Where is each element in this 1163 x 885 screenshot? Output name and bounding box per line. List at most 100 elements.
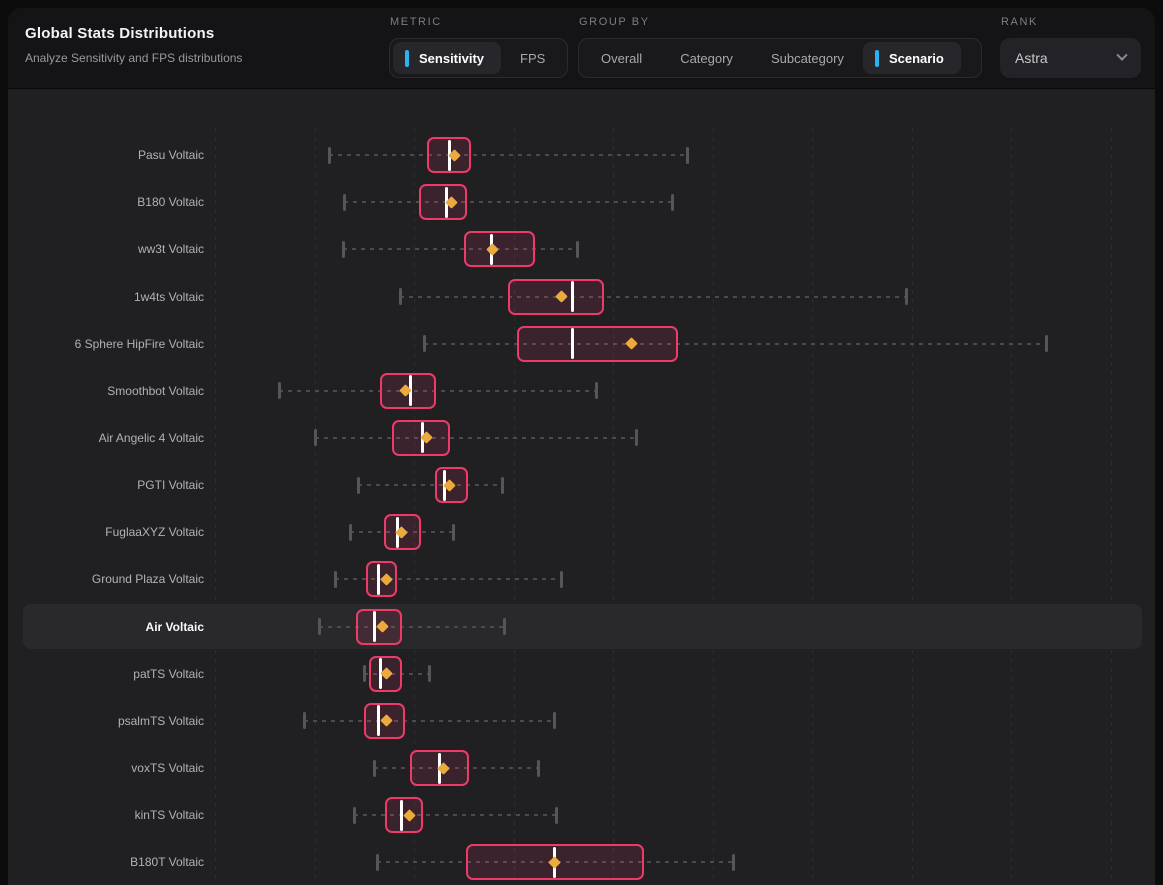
whisker-line	[344, 201, 672, 203]
median-line	[377, 705, 380, 736]
whisker-cap-high	[905, 288, 908, 305]
whisker-cap-high	[560, 571, 563, 588]
chart-row[interactable]: PGTI Voltaic	[8, 462, 1155, 509]
whisker-cap-low	[303, 712, 306, 729]
page-title: Global Stats Distributions	[25, 25, 214, 42]
whisker-cap-high	[686, 147, 689, 164]
row-label: B180T Voltaic	[8, 839, 204, 885]
whisker-line	[343, 248, 577, 250]
metric-option-sensitivity[interactable]: Sensitivity	[393, 42, 501, 74]
whisker-cap-high	[732, 854, 735, 871]
group-by-toggle: Overall Category Subcategory Scenario	[578, 38, 982, 78]
whisker-cap-high	[553, 712, 556, 729]
chart-row[interactable]: patTS Voltaic	[8, 650, 1155, 697]
whisker-line	[358, 484, 502, 486]
whisker-cap-high	[537, 760, 540, 777]
group-by-section-label: GROUP BY	[579, 16, 650, 28]
group-by-option-subcategory[interactable]: Subcategory	[752, 42, 863, 74]
chevron-down-icon	[1116, 50, 1127, 61]
whisker-cap-low	[423, 335, 426, 352]
group-by-option-label: Subcategory	[771, 51, 844, 66]
chart-row[interactable]: ww3t Voltaic	[8, 226, 1155, 273]
row-label: Air Angelic 4 Voltaic	[8, 414, 204, 461]
chart-row[interactable]: voxTS Voltaic	[8, 744, 1155, 791]
chart-row[interactable]: Pasu Voltaic	[8, 132, 1155, 179]
whisker-cap-low	[328, 147, 331, 164]
active-indicator-bar	[875, 50, 879, 67]
card-header: Global Stats Distributions Analyze Sensi…	[8, 8, 1155, 89]
rank-select-value: Astra	[1015, 50, 1048, 66]
group-by-option-scenario[interactable]: Scenario	[863, 42, 961, 74]
rank-section-label: RANK	[1001, 16, 1038, 28]
median-line	[400, 800, 403, 831]
whisker-cap-high	[576, 241, 579, 258]
chart-row[interactable]: Smoothbot Voltaic	[8, 367, 1155, 414]
whisker-line	[304, 720, 554, 722]
chart-panel: Pasu VoltaicB180 Voltaicww3t Voltaic1w4t…	[8, 89, 1155, 885]
row-label: 1w4ts Voltaic	[8, 273, 204, 320]
whisker-cap-low	[314, 429, 317, 446]
row-label: patTS Voltaic	[8, 650, 204, 697]
whisker-cap-low	[357, 477, 360, 494]
chart-row[interactable]: B180T Voltaic	[8, 839, 1155, 885]
whisker-cap-high	[671, 194, 674, 211]
group-by-option-category[interactable]: Category	[661, 42, 752, 74]
whisker-cap-high	[555, 807, 558, 824]
whisker-line	[319, 626, 504, 628]
whisker-cap-low	[373, 760, 376, 777]
metric-option-label: Sensitivity	[419, 51, 484, 66]
chart-row[interactable]: Air Voltaic	[8, 603, 1155, 650]
whisker-cap-high	[452, 524, 455, 541]
whisker-cap-low	[399, 288, 402, 305]
row-label: Ground Plaza Voltaic	[8, 556, 204, 603]
row-label: Smoothbot Voltaic	[8, 367, 204, 414]
whisker-cap-low	[353, 807, 356, 824]
row-label: B180 Voltaic	[8, 179, 204, 226]
metric-option-fps[interactable]: FPS	[501, 42, 564, 74]
rank-select[interactable]: Astra	[1000, 38, 1141, 78]
row-label: Pasu Voltaic	[8, 132, 204, 179]
row-label: kinTS Voltaic	[8, 792, 204, 839]
box	[419, 184, 467, 220]
chart-row[interactable]: FuglaaXYZ Voltaic	[8, 509, 1155, 556]
whisker-cap-low	[376, 854, 379, 871]
box	[517, 326, 678, 362]
group-by-option-label: Category	[680, 51, 733, 66]
chart-row[interactable]: kinTS Voltaic	[8, 792, 1155, 839]
chart-row[interactable]: 6 Sphere HipFire Voltaic	[8, 320, 1155, 367]
active-indicator-bar	[405, 50, 409, 67]
whisker-line	[329, 154, 687, 156]
whisker-line	[400, 296, 906, 298]
group-by-option-label: Scenario	[889, 51, 944, 66]
whisker-cap-low	[343, 194, 346, 211]
row-label: 6 Sphere HipFire Voltaic	[8, 320, 204, 367]
whisker-cap-low	[318, 618, 321, 635]
whisker-cap-high	[501, 477, 504, 494]
whisker-line	[279, 390, 596, 392]
median-line	[571, 281, 574, 312]
metric-option-label: FPS	[520, 51, 545, 66]
whisker-cap-high	[503, 618, 506, 635]
page-subtitle: Analyze Sensitivity and FPS distribution…	[25, 51, 242, 65]
chart-row[interactable]: 1w4ts Voltaic	[8, 273, 1155, 320]
whisker-cap-high	[1045, 335, 1048, 352]
group-by-option-overall[interactable]: Overall	[582, 42, 661, 74]
whisker-cap-low	[342, 241, 345, 258]
row-label: Air Voltaic	[8, 603, 204, 650]
metric-section-label: METRIC	[390, 16, 442, 28]
group-by-option-label: Overall	[601, 51, 642, 66]
chart-row[interactable]: psalmTS Voltaic	[8, 697, 1155, 744]
row-label: PGTI Voltaic	[8, 462, 204, 509]
whisker-cap-high	[428, 665, 431, 682]
stats-card: Global Stats Distributions Analyze Sensi…	[8, 8, 1155, 885]
chart-row[interactable]: Air Angelic 4 Voltaic	[8, 414, 1155, 461]
row-label: voxTS Voltaic	[8, 744, 204, 791]
median-line	[571, 328, 574, 359]
row-label: psalmTS Voltaic	[8, 697, 204, 744]
row-label: ww3t Voltaic	[8, 226, 204, 273]
whisker-cap-high	[635, 429, 638, 446]
chart-row[interactable]: B180 Voltaic	[8, 179, 1155, 226]
chart-row[interactable]: Ground Plaza Voltaic	[8, 556, 1155, 603]
whisker-line	[315, 437, 636, 439]
whisker-cap-low	[278, 382, 281, 399]
